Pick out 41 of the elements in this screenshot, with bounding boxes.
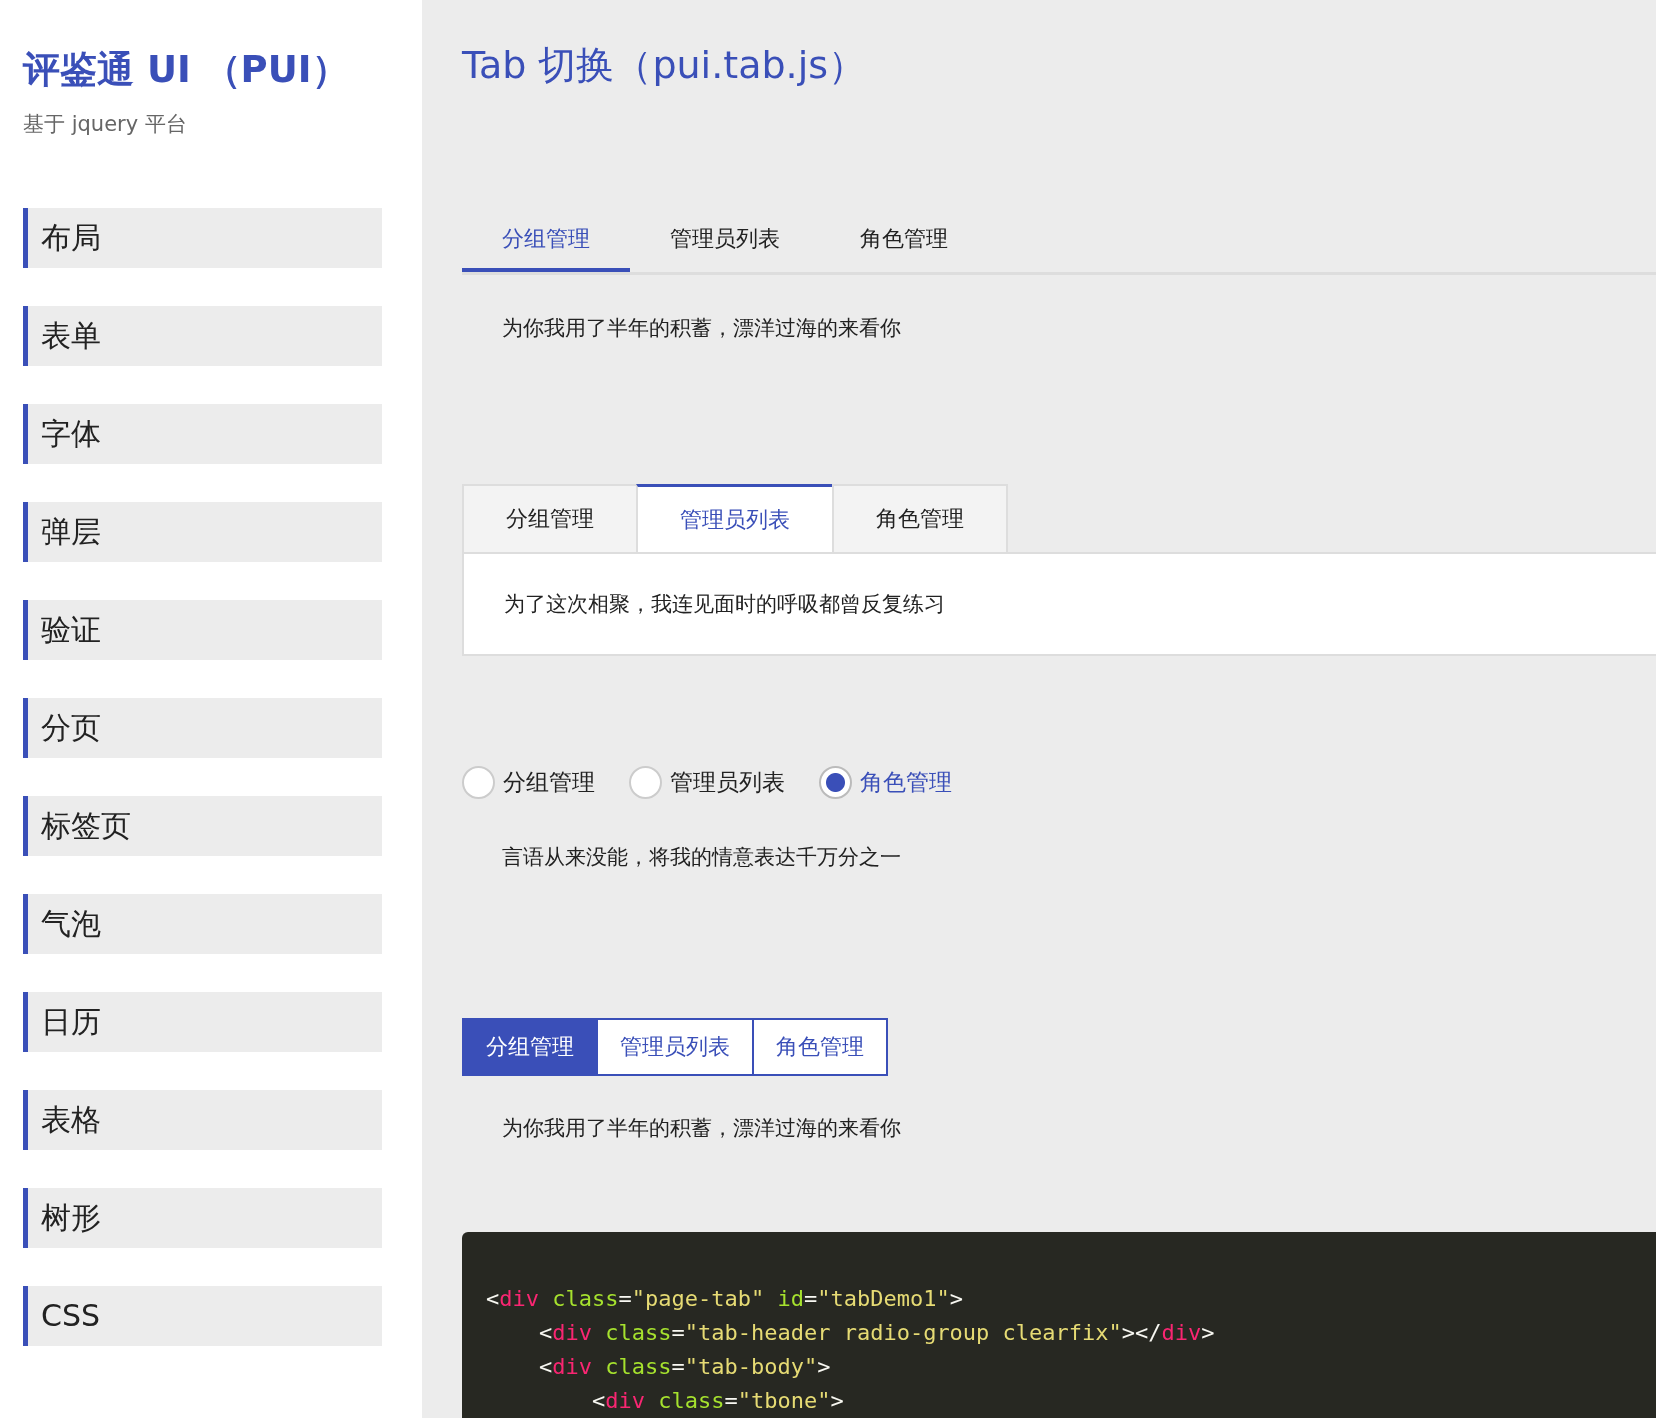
tab[interactable]: 角色管理 [820, 209, 988, 272]
app-title: 评鉴通 UI （PUI） [23, 47, 350, 93]
page-title: Tab 切换（pui.tab.js） [462, 42, 867, 89]
tab[interactable]: 分组管理 [462, 484, 636, 552]
app-subtitle: 基于 jquery 平台 [23, 111, 188, 138]
sidebar-item[interactable]: 日历 [23, 992, 382, 1052]
radio-label[interactable]: 分组管理 [503, 767, 595, 798]
sidebar-item[interactable]: 布局 [23, 208, 382, 268]
radio-option[interactable]: 分组管理 [462, 766, 595, 799]
sidebar-item[interactable]: 表单 [23, 306, 382, 366]
radio-label[interactable]: 管理员列表 [670, 767, 785, 798]
tab-content-text: 为了这次相聚，我连见面时的呼吸都曾反复练习 [503, 591, 946, 618]
radio-button[interactable] [819, 766, 852, 799]
tab[interactable]: 分组管理 [462, 209, 630, 272]
sidebar-item[interactable]: 弹层 [23, 502, 382, 562]
code-line: <div class="tab-body"> [538, 1353, 832, 1381]
sidebar-item[interactable]: 表格 [23, 1090, 382, 1150]
sidebar-item[interactable]: 气泡 [23, 894, 382, 954]
sidebar-item[interactable]: 标签页 [23, 796, 382, 856]
tab[interactable]: 角色管理 [832, 484, 1008, 552]
tab-content-text: 为你我用了半年的积蓄，漂洋过海的来看你 [501, 1115, 902, 1142]
sidebar-item[interactable]: 验证 [23, 600, 382, 660]
radio-button[interactable] [462, 766, 495, 799]
radio-option[interactable]: 管理员列表 [629, 766, 785, 799]
tab[interactable]: 管理员列表 [630, 209, 820, 272]
segment-button[interactable]: 管理员列表 [596, 1018, 752, 1076]
sidebar-item[interactable]: 树形 [23, 1188, 382, 1248]
sidebar-item[interactable]: 字体 [23, 404, 382, 464]
sidebar-item[interactable]: CSS [23, 1286, 382, 1346]
radio-button[interactable] [629, 766, 662, 799]
sidebar-item[interactable]: 分页 [23, 698, 382, 758]
code-line: <div class="tbone"> [590, 1387, 845, 1415]
segment-button[interactable]: 角色管理 [752, 1018, 888, 1076]
radio-label[interactable]: 角色管理 [860, 767, 952, 798]
tab-content-text: 为你我用了半年的积蓄，漂洋过海的来看你 [501, 315, 902, 342]
tab-content-text: 言语从来没能，将我的情意表达千万分之一 [501, 844, 902, 871]
segment-button[interactable]: 分组管理 [462, 1018, 596, 1076]
tab[interactable]: 管理员列表 [636, 484, 832, 552]
radio-option[interactable]: 角色管理 [819, 766, 952, 799]
code-line: <div class="page-tab" id="tabDemo1"> [486, 1285, 964, 1313]
code-line: <div class="tab-header radio-group clearfix"></div> [538, 1319, 1216, 1347]
